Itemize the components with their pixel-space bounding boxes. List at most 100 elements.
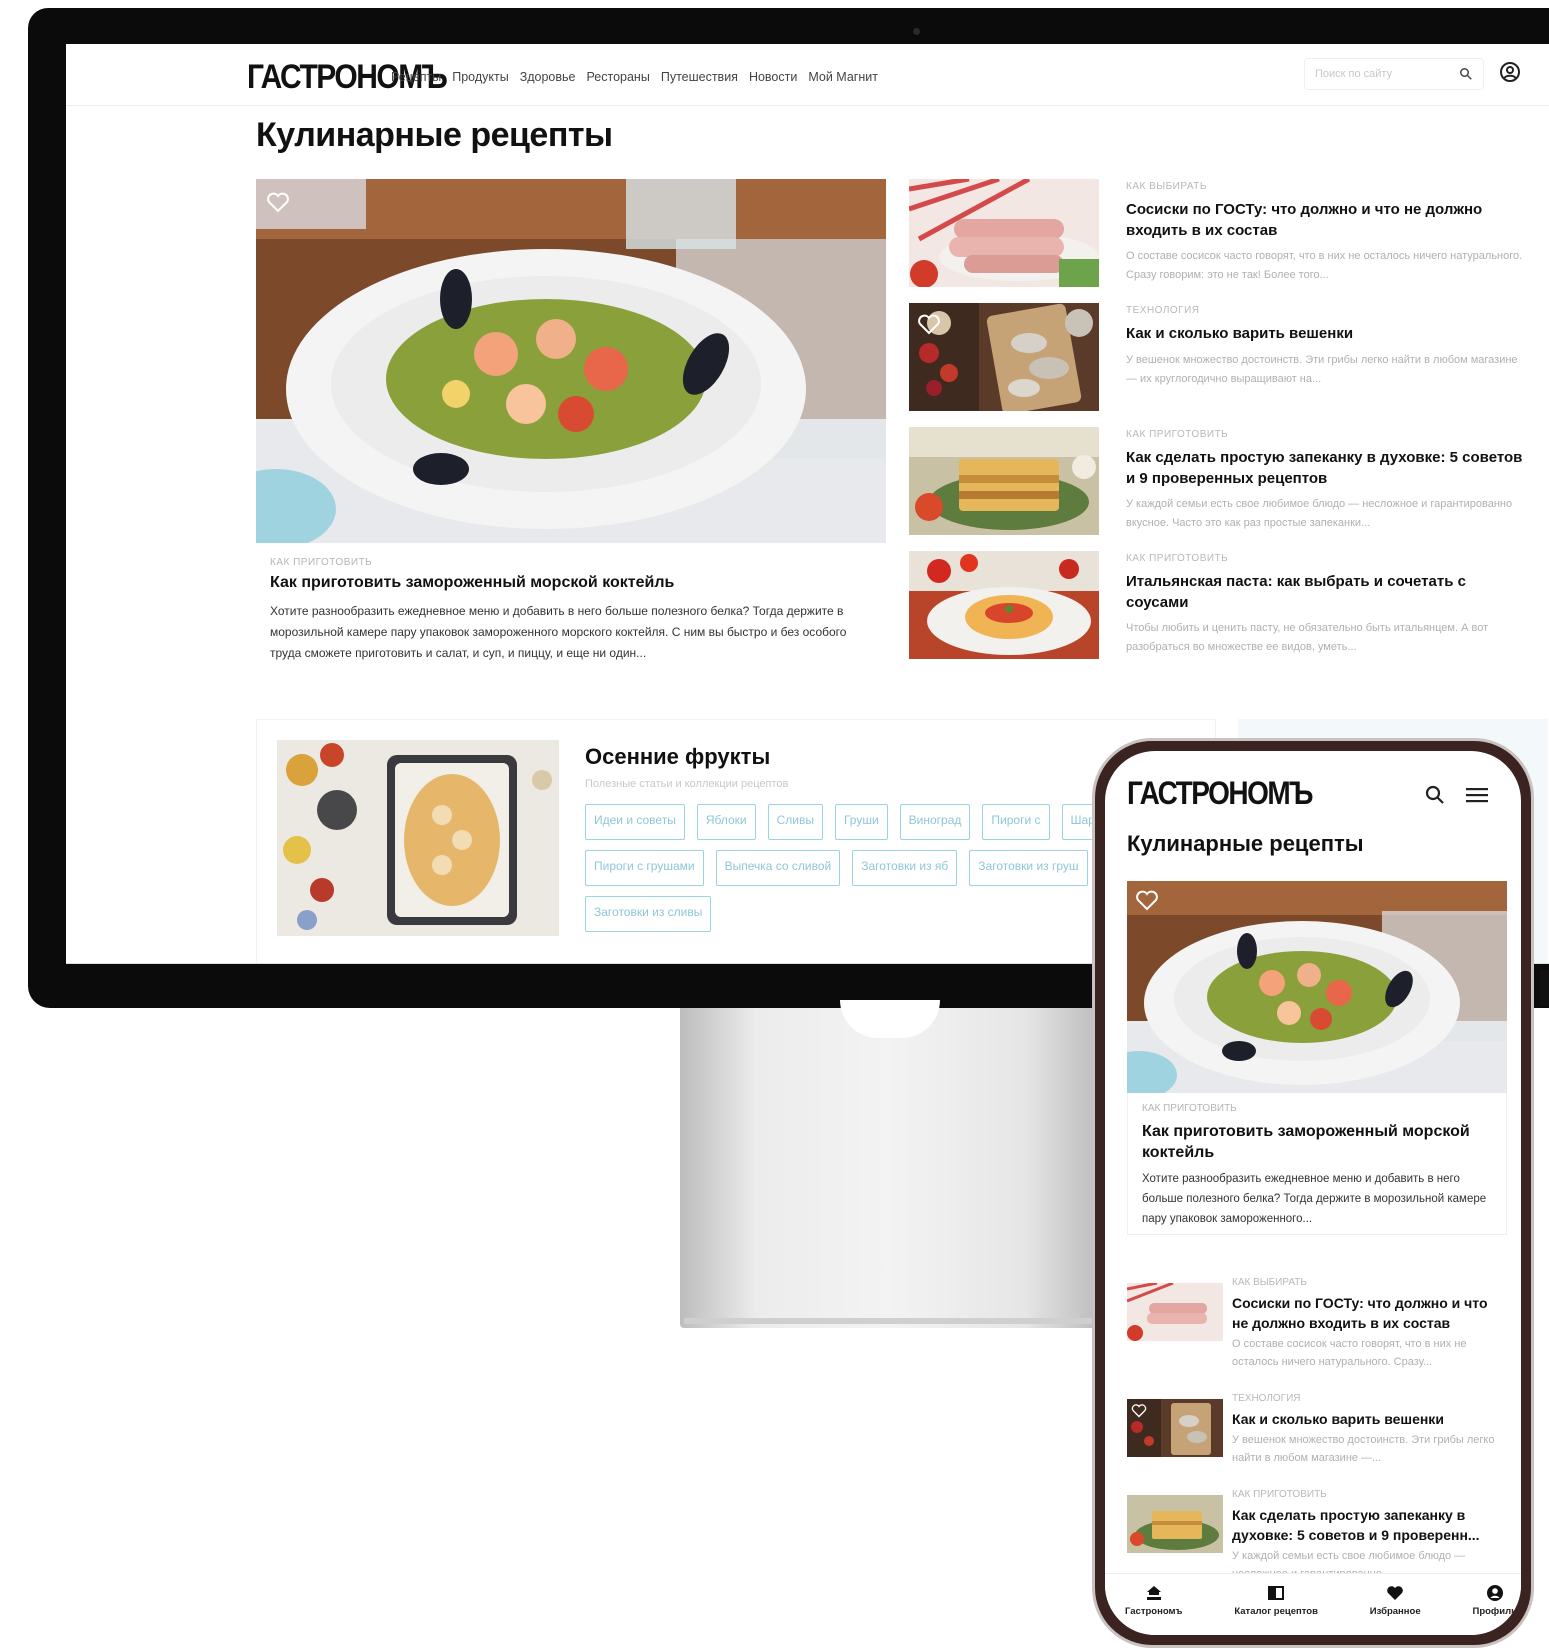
mushrooms-thumbnail[interactable] xyxy=(1127,1399,1223,1457)
search-icon[interactable] xyxy=(1457,65,1475,83)
casserole-image xyxy=(1127,1495,1223,1553)
article-description: У вешенок множество достоинств. Эти гриб… xyxy=(1232,1434,1495,1464)
article-category: КАК ВЫБИРАТЬ xyxy=(1232,1277,1307,1288)
mobile-hero-card[interactable]: КАК ПРИГОТОВИТЬ Как приготовить замороже… xyxy=(1127,1093,1507,1235)
article-category: КАК ПРИГОТОВИТЬ xyxy=(1126,553,1229,564)
casserole-thumbnail[interactable] xyxy=(909,427,1099,535)
tab-favorites[interactable]: Избранное xyxy=(1370,1574,1421,1635)
nav-item-news[interactable]: Новости xyxy=(749,70,797,84)
article-category: КАК ПРИГОТОВИТЬ xyxy=(1126,429,1229,440)
sausages-image xyxy=(1127,1283,1223,1341)
article-title[interactable]: Как сделать простую запеканку в духовке:… xyxy=(1126,447,1526,489)
article-category: ТЕХНОЛОГИЯ xyxy=(1126,305,1200,316)
tag-chip[interactable]: Идеи и советы xyxy=(585,804,685,840)
tab-label: Каталог рецептов xyxy=(1234,1606,1318,1617)
nav-item-products[interactable]: Продукты xyxy=(452,70,508,84)
tag-chip[interactable]: Заготовки из сливы xyxy=(585,896,712,932)
tag-chip[interactable]: Сливы xyxy=(767,804,823,840)
collection-subtitle: Полезные статьи и коллекции рецептов xyxy=(585,778,789,790)
list-item[interactable]: КАК ПРИГОТОВИТЬ Как сделать простую запе… xyxy=(909,427,1534,537)
collection-block: Осенние фрукты Полезные статьи и коллекц… xyxy=(256,719,1216,963)
list-item[interactable]: КАК ВЫБИРАТЬ Сосиски по ГОСТу: что должн… xyxy=(909,179,1534,289)
mobile-logo[interactable]: ГАСТРОНОМЪ xyxy=(1127,775,1314,812)
nav-item-restaurants[interactable]: Рестораны xyxy=(587,70,650,84)
site-header: ГАСТРОНОМЪ Рецепты Продукты Здоровье Рес… xyxy=(66,44,1549,106)
tag-chip[interactable]: Заготовки из яб xyxy=(852,850,958,886)
casserole-image xyxy=(909,427,1099,535)
article-title[interactable]: Сосиски по ГОСТу: что должно и что не до… xyxy=(1232,1293,1502,1333)
article-description: Чтобы любить и ценить пасту, не обязател… xyxy=(1126,622,1489,653)
nav-item-travel[interactable]: Путешествия xyxy=(661,70,738,84)
article-title[interactable]: Как и сколько варить вешенки xyxy=(1232,1409,1502,1429)
mobile-hero-image[interactable] xyxy=(1127,881,1507,1093)
list-item[interactable]: КАК ПРИГОТОВИТЬ Итальянская паста: как в… xyxy=(909,551,1534,661)
search-placeholder: Поиск по сайту xyxy=(1315,68,1393,80)
page-title: Кулинарные рецепты xyxy=(256,116,613,154)
tag-chip[interactable]: Виноград xyxy=(899,804,971,840)
article-title[interactable]: Сосиски по ГОСТу: что должно и что не до… xyxy=(1126,199,1526,241)
article-title[interactable]: Как и сколько варить вешенки xyxy=(1126,323,1526,344)
article-description: О составе сосисок часто говорят, что в н… xyxy=(1126,250,1523,281)
sausages-thumbnail[interactable] xyxy=(909,179,1099,287)
stand-foot xyxy=(684,1318,1098,1324)
article-description: О составе сосисок часто говорят, что в н… xyxy=(1232,1338,1467,1368)
tag-chip[interactable]: Пироги с грушами xyxy=(585,850,704,886)
article-category: КАК ПРИГОТОВИТЬ xyxy=(1232,1489,1327,1500)
favorite-heart-icon[interactable] xyxy=(1131,1403,1147,1418)
hamburger-menu-icon[interactable] xyxy=(1466,785,1488,805)
pasta-image xyxy=(909,551,1099,659)
mobile-phone: ГАСТРОНОМЪ Кулинарные рецепты КАК ПРИГОТ… xyxy=(1092,738,1534,1648)
hero-title[interactable]: Как приготовить замороженный морской кок… xyxy=(270,574,674,592)
book-icon xyxy=(1268,1586,1285,1600)
article-category: КАК ВЫБИРАТЬ xyxy=(1126,181,1207,192)
hero-description: Хотите разнообразить ежедневное меню и д… xyxy=(1142,1173,1487,1225)
tab-label: Избранное xyxy=(1369,1606,1421,1617)
pasta-thumbnail[interactable] xyxy=(909,551,1099,659)
tag-chip[interactable]: Заготовки из груш xyxy=(969,850,1088,886)
tab-catalog[interactable]: Каталог рецептов xyxy=(1234,1574,1318,1635)
nav-item-health[interactable]: Здоровье xyxy=(520,70,576,84)
nav-item-my-magnit[interactable]: Мой Магнит xyxy=(808,70,878,84)
search-input[interactable]: Поиск по сайту xyxy=(1304,58,1484,90)
favorite-heart-icon[interactable] xyxy=(266,191,290,213)
main-nav: Рецепты Продукты Здоровье Рестораны Путе… xyxy=(391,70,878,84)
seafood-salad-image xyxy=(256,179,886,543)
bottom-tab-bar: Гастрономъ Каталог рецептов Избранное Пр… xyxy=(1105,1573,1521,1635)
article-description: У каждой семьи есть свое любимое блюдо —… xyxy=(1126,498,1513,529)
profile-icon xyxy=(1486,1585,1503,1601)
tag-chip[interactable]: Пироги с xyxy=(982,804,1050,840)
article-description: У вешенок множество достоинств. Эти гриб… xyxy=(1126,354,1518,385)
article-category: ТЕХНОЛОГИЯ xyxy=(1232,1393,1301,1404)
hero-image[interactable] xyxy=(256,179,886,543)
tag-chip[interactable]: Груши xyxy=(834,804,888,840)
mobile-page-title: Кулинарные рецепты xyxy=(1127,831,1364,856)
tab-home[interactable]: Гастрономъ xyxy=(1125,1574,1182,1635)
monitor-edge xyxy=(1540,970,1549,1006)
mobile-screen: ГАСТРОНОМЪ Кулинарные рецепты КАК ПРИГОТ… xyxy=(1105,751,1521,1635)
list-item[interactable]: КАК ВЫБИРАТЬ Сосиски по ГОСТу: что должн… xyxy=(1127,1277,1507,1377)
fruit-pie-image xyxy=(277,740,559,936)
sausages-thumbnail[interactable] xyxy=(1127,1283,1223,1341)
tab-profile[interactable]: Профиль xyxy=(1473,1574,1517,1635)
article-title[interactable]: Как сделать простую запеканку в духовке:… xyxy=(1232,1505,1502,1545)
tag-chip[interactable]: Выпечка со сливой xyxy=(715,850,841,886)
tag-chip[interactable]: Яблоки xyxy=(696,804,756,840)
list-item[interactable]: ТЕХНОЛОГИЯ Как и сколько варить вешенки … xyxy=(909,303,1534,413)
list-item[interactable]: ТЕХНОЛОГИЯ Как и сколько варить вешенки … xyxy=(1127,1393,1507,1493)
user-icon[interactable] xyxy=(1498,60,1522,84)
seafood-salad-image xyxy=(1127,881,1507,1093)
favorite-heart-icon[interactable] xyxy=(917,313,941,335)
hero-category: КАК ПРИГОТОВИТЬ xyxy=(1142,1103,1237,1114)
hero-article[interactable]: КАК ПРИГОТОВИТЬ Как приготовить замороже… xyxy=(256,179,886,677)
search-icon[interactable] xyxy=(1423,783,1447,807)
hero-description: Хотите разнообразить ежедневное меню и д… xyxy=(270,604,847,660)
heart-icon xyxy=(1387,1586,1404,1600)
mushrooms-thumbnail[interactable] xyxy=(909,303,1099,411)
nav-item-recipes[interactable]: Рецепты xyxy=(391,70,441,84)
collection-image[interactable] xyxy=(277,740,559,936)
hero-title[interactable]: Как приготовить замороженный морской кок… xyxy=(1142,1121,1492,1163)
home-icon xyxy=(1146,1586,1161,1600)
favorite-heart-icon[interactable] xyxy=(1135,889,1159,911)
article-title[interactable]: Итальянская паста: как выбрать и сочетат… xyxy=(1126,571,1526,613)
casserole-thumbnail[interactable] xyxy=(1127,1495,1223,1553)
